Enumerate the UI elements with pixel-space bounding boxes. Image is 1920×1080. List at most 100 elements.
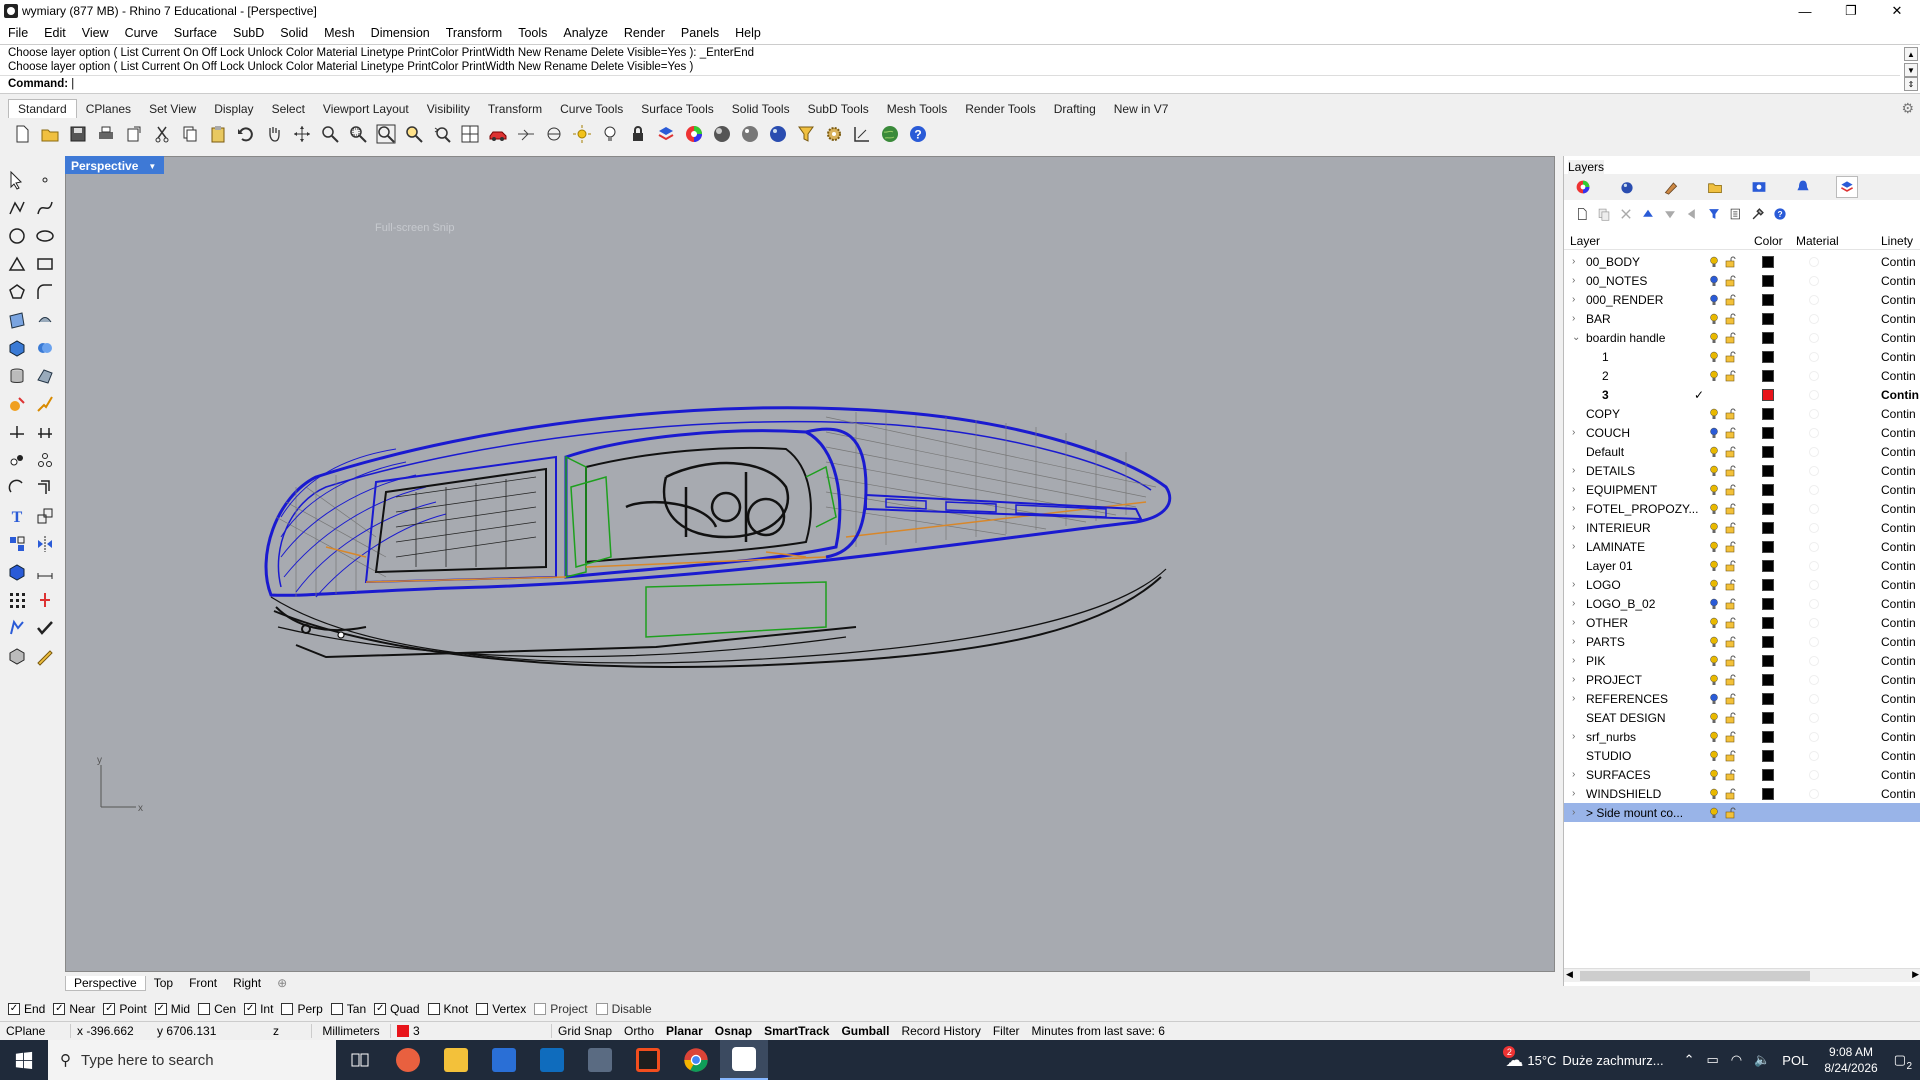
rotate-view-icon[interactable] [290, 122, 314, 146]
layer-properties-icon[interactable] [1728, 206, 1744, 222]
new-file-icon[interactable] [10, 122, 34, 146]
menu-transform[interactable]: Transform [446, 26, 503, 40]
unlock-icon[interactable] [1725, 275, 1736, 287]
unlock-icon[interactable] [1725, 446, 1736, 458]
unlock-icon[interactable] [1725, 598, 1736, 610]
ellipse-icon[interactable] [32, 223, 58, 249]
checkbox[interactable] [476, 1003, 489, 1015]
save-icon[interactable] [66, 122, 90, 146]
mirror-icon[interactable] [32, 531, 58, 557]
windows-start-icon[interactable] [0, 1040, 48, 1080]
polyline-icon[interactable] [4, 195, 30, 221]
layer-linetype[interactable]: Contin [1881, 768, 1916, 782]
layer-color-swatch[interactable] [1762, 350, 1774, 363]
chevron-right-icon[interactable]: › [1572, 579, 1582, 590]
material-circle-icon[interactable] [1809, 731, 1819, 742]
layer-row[interactable]: 2 Contin [1564, 366, 1920, 385]
notification-center-icon[interactable]: ▢ 2 [1894, 1052, 1912, 1072]
named-views-tab-icon[interactable] [1748, 176, 1770, 198]
tab-new-in-v7[interactable]: New in V7 [1105, 100, 1178, 118]
zoom-selected-icon[interactable] [402, 122, 426, 146]
header-material[interactable]: Material [1796, 234, 1839, 248]
layer-row[interactable]: ⌄ boardin handle Contin [1564, 328, 1920, 347]
layer-row[interactable]: › FOTEL_PROPOZY... Contin [1564, 499, 1920, 518]
checkbox[interactable] [427, 1003, 440, 1015]
layer-linetype[interactable]: Contin [1881, 312, 1916, 326]
chevron-right-icon[interactable]: › [1572, 541, 1582, 552]
layer-linetype[interactable]: Contin [1881, 711, 1916, 725]
layer-name[interactable]: WINDSHIELD [1586, 787, 1706, 801]
layer-color-swatch[interactable] [1762, 616, 1774, 629]
tab-drafting[interactable]: Drafting [1045, 100, 1105, 118]
material-circle-icon[interactable] [1809, 484, 1819, 495]
material-circle-icon[interactable] [1809, 560, 1819, 571]
unlock-icon[interactable] [1725, 408, 1736, 420]
layer-row[interactable]: 3 ✓ Contin [1564, 385, 1920, 404]
ortho-toggle[interactable]: Ortho [618, 1024, 660, 1038]
store-icon[interactable] [480, 1040, 528, 1080]
grid-snap-toggle[interactable]: Grid Snap [552, 1024, 618, 1038]
layer-color-swatch[interactable] [1762, 597, 1774, 610]
tab-display[interactable]: Display [205, 100, 262, 118]
layer-linetype[interactable]: Contin [1881, 578, 1916, 592]
scroll-down-icon[interactable]: ▼ [1904, 63, 1918, 77]
material-circle-icon[interactable] [1809, 750, 1819, 761]
calculator-icon[interactable] [576, 1040, 624, 1080]
light-bulb-icon[interactable] [1709, 541, 1719, 553]
layer-linetype[interactable]: Contin [1881, 445, 1916, 459]
layer-color-swatch[interactable] [1762, 293, 1774, 306]
chevron-right-icon[interactable]: › [1572, 731, 1582, 742]
layer-name[interactable]: > Side mount co... [1586, 806, 1706, 820]
layer-name[interactable]: STUDIO [1586, 749, 1706, 763]
layer-row[interactable]: › COUCH Contin [1564, 423, 1920, 442]
chevron-down-icon[interactable]: ▼ [148, 162, 156, 171]
menu-panels[interactable]: Panels [681, 26, 719, 40]
copy-icon[interactable] [178, 122, 202, 146]
layer-linetype[interactable]: Contin [1881, 616, 1916, 630]
light-bulb-icon[interactable] [1709, 370, 1719, 382]
layer-color-swatch[interactable] [1762, 578, 1774, 591]
layer-row[interactable]: › REFERENCES Contin [1564, 689, 1920, 708]
layer-linetype[interactable]: Contin [1881, 350, 1916, 364]
tab-curve-tools[interactable]: Curve Tools [551, 100, 632, 118]
osnap-tan[interactable]: Tan [330, 1002, 366, 1016]
layer-linetype[interactable]: Contin [1881, 483, 1916, 497]
menu-render[interactable]: Render [624, 26, 665, 40]
layer-row[interactable]: › PARTS Contin [1564, 632, 1920, 651]
menu-subd[interactable]: SubD [233, 26, 264, 40]
restore-button[interactable]: ❐ [1828, 0, 1874, 22]
layer-row[interactable]: 1 Contin [1564, 347, 1920, 366]
box-icon[interactable] [4, 335, 30, 361]
light-bulb-icon[interactable] [1709, 275, 1719, 287]
checkbox[interactable] [198, 1003, 211, 1015]
layer-name[interactable]: LOGO [1586, 578, 1706, 592]
layer-name[interactable]: OTHER [1586, 616, 1706, 630]
layers-tab-icon[interactable] [1836, 176, 1858, 198]
unlock-icon[interactable] [1725, 655, 1736, 667]
tools-icon[interactable] [1750, 206, 1766, 222]
tab-transform[interactable]: Transform [479, 100, 551, 118]
layer-name[interactable]: COPY [1586, 407, 1706, 421]
shaded-sphere-icon[interactable] [710, 122, 734, 146]
layer-linetype[interactable]: Contin [1881, 673, 1916, 687]
layer-linetype[interactable]: Contin [1881, 692, 1916, 706]
layer-color-swatch[interactable] [1762, 445, 1774, 458]
material-circle-icon[interactable] [1809, 522, 1819, 533]
layer-name[interactable]: INTERIEUR [1586, 521, 1706, 535]
osnap-vertex[interactable]: Vertex [476, 1002, 526, 1016]
unlock-icon[interactable] [1725, 750, 1736, 762]
drafting-icon[interactable] [32, 643, 58, 669]
unlock-icon[interactable] [1725, 465, 1736, 477]
circle-icon[interactable] [4, 223, 30, 249]
export-icon[interactable] [122, 122, 146, 146]
paste-icon[interactable] [206, 122, 230, 146]
layer-name[interactable]: boardin handle [1586, 331, 1706, 345]
light-bulb-icon[interactable] [1709, 769, 1719, 781]
menu-edit[interactable]: Edit [44, 26, 66, 40]
polygon-icon[interactable] [4, 279, 30, 305]
material-circle-icon[interactable] [1809, 712, 1819, 723]
layer-linetype[interactable]: Contin [1881, 730, 1916, 744]
light-bulb-icon[interactable] [598, 122, 622, 146]
checkbox[interactable] [595, 1003, 608, 1015]
layer-color-swatch[interactable] [1762, 407, 1774, 420]
